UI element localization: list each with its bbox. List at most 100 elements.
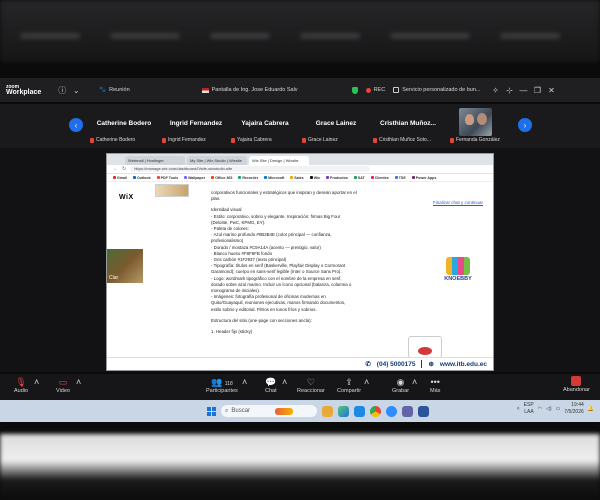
service-menu[interactable]: Servicio personalizado de bun... <box>393 87 480 93</box>
audio-options-button[interactable]: ˄ <box>34 376 39 388</box>
audio-button[interactable]: 🎙 Audio <box>14 376 28 394</box>
bookmark-item[interactable]: Wix <box>309 176 320 180</box>
participant-label-text: Grace Lainez <box>308 137 338 143</box>
chrome-icon[interactable] <box>370 405 381 417</box>
bookmark-item[interactable]: Sales <box>290 175 304 180</box>
knoebby-card[interactable]: KNOEBBY <box>443 257 473 287</box>
share-options-button[interactable]: ˄ <box>364 376 369 388</box>
document-text: corporativos funcionales y estratégicos … <box>211 190 381 335</box>
participant-name: Ingrid Fernandez <box>169 120 223 127</box>
floating-image <box>408 336 442 358</box>
browser-tab[interactable]: Webmail | Hostinger <box>125 156 185 165</box>
copilot-icon[interactable] <box>338 405 349 417</box>
participant-tile[interactable]: Ingrid Fernandez Ingrid Fernandez <box>160 108 232 144</box>
file-explorer-icon[interactable] <box>322 405 333 417</box>
edge-icon[interactable] <box>354 405 365 417</box>
side-thumbnail-image: Clar <box>107 249 143 283</box>
back-icon[interactable]: ← <box>113 166 118 172</box>
notification-icon[interactable]: 🔔 <box>588 406 594 412</box>
footer-divider <box>421 360 423 368</box>
bookmark-icon <box>184 176 188 179</box>
video-label: Video <box>56 388 70 394</box>
security-indicator[interactable] <box>351 86 358 94</box>
restore-icon[interactable]: ❐ <box>530 83 544 97</box>
close-icon[interactable]: ✕ <box>544 83 558 97</box>
bookmark-item[interactable]: Clientes <box>370 176 389 180</box>
bookmark-item[interactable]: PDF Tools <box>156 176 178 180</box>
leave-button[interactable]: Abandonar <box>563 376 590 393</box>
browser-address-bar: ← ↻ https://manage.wix.com/dashboard/0/s… <box>107 165 493 174</box>
url-field[interactable]: https://manage.wix.com/dashboard/0/site-… <box>130 166 371 172</box>
bookmark-label: Sales <box>294 175 304 180</box>
battery-icon[interactable]: ▭ <box>556 406 561 412</box>
bookmark-item[interactable]: Outlook <box>133 176 151 180</box>
bookmark-item[interactable]: Gmail <box>113 176 127 180</box>
chevron-up-icon[interactable]: ˄ <box>517 406 520 412</box>
muted-mic-icon <box>450 137 454 143</box>
chevron-down-icon[interactable]: ⌄ <box>69 83 83 97</box>
share-button[interactable]: ⇪ Compartir <box>337 376 361 394</box>
react-button[interactable]: ♡ Reaccionar <box>297 376 325 394</box>
zoom-control-bar: 🎙 Audio ˄ ▭ Video ˄ 👥 118 Participantes … <box>0 374 600 400</box>
participant-tile[interactable]: Yajaira Cabrera Yajaira Cabrera <box>229 108 301 144</box>
zoom-icon[interactable] <box>386 405 397 417</box>
bookmark-item[interactable]: Office 365 <box>211 176 232 180</box>
end-chat-link[interactable]: Finalizar chat y continuar <box>433 200 483 205</box>
clock[interactable]: 19:44 7/5/2026 <box>564 402 583 416</box>
service-icon <box>393 87 400 93</box>
participant-label: Grace Lainez <box>302 137 338 143</box>
video-options-button[interactable]: ˄ <box>76 376 81 388</box>
record-options-button[interactable]: ˄ <box>412 376 417 388</box>
participant-name: Yajaira Cabrera <box>241 120 289 127</box>
participants-icon: 👥 118 <box>211 377 233 387</box>
participant-video[interactable] <box>459 108 492 136</box>
browser-tab[interactable]: My Site | Wix Studio | Wixsite <box>187 156 247 165</box>
share-title[interactable]: Pantalla de Ing. Jose Eduardo Salv <box>201 87 298 93</box>
sparkle-icon[interactable]: ✧ <box>488 83 502 97</box>
chevron-up-icon: ˄ <box>364 377 370 387</box>
more-button[interactable]: ••• Más <box>430 376 440 394</box>
chat-icon: 💬 <box>265 377 277 387</box>
minimize-icon[interactable]: — <box>516 83 530 97</box>
bookmark-item[interactable]: Power Apps <box>411 176 436 180</box>
participants-button[interactable]: 👥 118 Participantes <box>206 376 238 394</box>
bookmark-icon <box>394 176 398 179</box>
participants-options-button[interactable]: ˄ <box>242 376 247 388</box>
gallery-prev-button[interactable]: ‹ <box>69 118 83 132</box>
more-label: Más <box>430 388 441 394</box>
wifi-icon[interactable]: ◠ <box>538 406 542 412</box>
participant-label-text: Ingrid Fernandez <box>168 137 206 143</box>
pin-icon[interactable]: ⊹ <box>502 83 516 97</box>
participant-name: Cristhian Muñoz... <box>380 120 436 127</box>
bookmark-item[interactable]: Wallpaper <box>184 176 205 180</box>
word-icon[interactable] <box>418 405 429 417</box>
bookmark-item[interactable]: SAT <box>353 176 365 180</box>
participant-label: Yajaira Cabrera <box>231 137 272 143</box>
participant-tile[interactable]: Grace Lainez Grace Lainez <box>300 108 372 144</box>
browser-tab[interactable]: Wix Site | Design | Wixsite <box>249 156 309 165</box>
volume-icon[interactable]: ◁) <box>546 406 552 412</box>
language-indicator[interactable]: ESP LAA <box>524 402 534 416</box>
participant-tile[interactable]: Catherine Bodero Catherine Bodero <box>88 108 160 144</box>
reload-icon[interactable]: ↻ <box>122 166 126 172</box>
chat-options-button[interactable]: ˄ <box>282 376 287 388</box>
rec-indicator[interactable]: REC <box>365 87 385 93</box>
participant-tile[interactable]: Cristhian Muñoz... Cristhian Muñoz Soto.… <box>371 108 445 144</box>
bookmark-icon <box>133 176 136 179</box>
meeting-menu[interactable]: 🐾 Reunión <box>99 87 129 93</box>
search-highlight-icon <box>275 407 294 415</box>
blurred-text <box>390 33 470 39</box>
teams-icon[interactable] <box>402 405 413 417</box>
video-button[interactable]: ▭ Video <box>56 376 70 394</box>
info-icon[interactable]: ⓘ <box>55 83 69 97</box>
taskbar-search[interactable]: ⌕ Buscar <box>221 405 317 417</box>
gallery-next-button[interactable]: › <box>518 118 532 132</box>
bookmark-item[interactable]: Microsoft <box>264 176 284 180</box>
chat-button[interactable]: 💬 Chat <box>265 376 277 394</box>
bookmark-item[interactable]: Productos <box>326 176 348 180</box>
muted-mic-icon <box>90 137 94 143</box>
bookmark-item[interactable]: Recorder <box>238 176 258 180</box>
bookmark-item[interactable]: TSE <box>394 176 406 180</box>
windows-start-icon[interactable] <box>207 406 216 416</box>
record-button[interactable]: ◉ Grabar <box>392 376 409 394</box>
